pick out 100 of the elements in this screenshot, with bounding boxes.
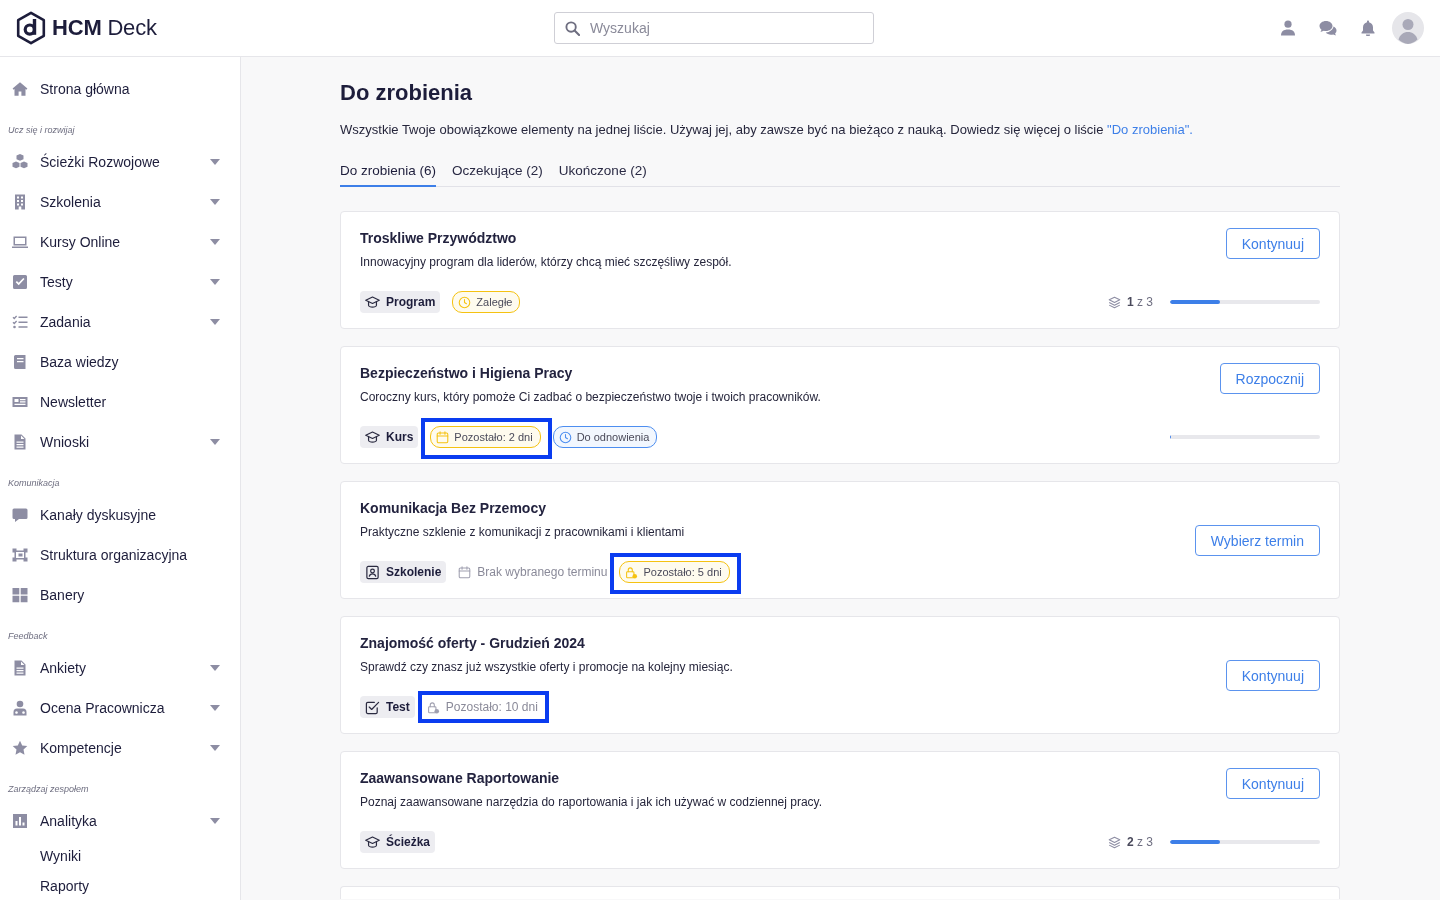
book-icon xyxy=(12,354,28,370)
sidebar-item[interactable]: Ścieżki Rozwojowe xyxy=(0,142,240,182)
graduation-cap-icon xyxy=(365,834,380,850)
section-heading: Komunikacja xyxy=(7,477,61,490)
checklist-icon xyxy=(12,314,28,330)
type-label: Test xyxy=(386,700,410,714)
grid-icon xyxy=(12,587,28,603)
progress-text: 2 z 3 xyxy=(1126,835,1153,849)
cubes-icon xyxy=(12,154,28,170)
sidebar-item[interactable]: Newsletter xyxy=(0,382,240,422)
caret-icon xyxy=(210,818,220,824)
clock-icon xyxy=(458,295,472,309)
type-label: Ścieżka xyxy=(386,835,431,849)
caret-icon xyxy=(210,439,220,445)
search-field[interactable]: Wyszukaj xyxy=(554,12,874,44)
search-icon xyxy=(565,20,580,36)
type-label: Program xyxy=(386,295,436,309)
status-label: Do odnowienia xyxy=(576,431,650,443)
page-title: Do zrobienia xyxy=(340,79,473,107)
page-description: Wszystkie Twoje obowiązkowe elementy na jednej liście. Używaj jej, aby zawsze być na bieżąco z nauką. Dowiedz się więcej o liście "Do zrobienia". xyxy=(340,121,1194,139)
clock-icon xyxy=(558,430,572,444)
sidebar-item[interactable]: Kanały dyskusyjne xyxy=(0,495,240,535)
sidebar-item[interactable]: Szkolenia xyxy=(0,182,240,222)
progress-text: 1 z 3 xyxy=(1126,295,1153,309)
bar-chart-icon xyxy=(12,813,28,829)
action-button[interactable]: Kontynuuj xyxy=(1225,768,1320,799)
sidebar-item[interactable]: Ocena Pracownicza xyxy=(0,688,240,728)
lock-icon xyxy=(426,700,440,714)
action-button[interactable]: Rozpocznij xyxy=(1219,363,1320,394)
card-description: Praktyczne szklenie z komunikacji z pracownikami i klientami xyxy=(360,524,686,540)
card-title: Bezpieczeństwo i Higiena Pracy xyxy=(360,364,574,382)
caret-icon xyxy=(210,705,220,711)
id-badge-icon xyxy=(365,564,380,580)
sidebar-item[interactable]: Strona główna xyxy=(0,69,240,109)
submenu-item[interactable]: Raporty xyxy=(0,871,240,900)
sidebar-item[interactable]: Struktura organizacyjna xyxy=(0,535,240,575)
checkbox-icon xyxy=(12,274,28,290)
card-description: Coroczny kurs, który pomoże Ci zadbać o bezpieczeństwo twoje i twoich pracowników. xyxy=(360,389,822,405)
lock-icon xyxy=(625,565,639,579)
sidebar-item[interactable]: Kursy Online xyxy=(0,222,240,262)
document-icon xyxy=(12,660,28,676)
chat-bubbles-icon[interactable] xyxy=(1319,20,1337,36)
newspaper-icon xyxy=(12,394,28,410)
caret-icon xyxy=(210,199,220,205)
status-label: Zaległe xyxy=(476,296,513,308)
tab[interactable]: Ukończone (2) xyxy=(558,162,647,187)
tab[interactable]: Do zrobienia (6) xyxy=(340,162,437,187)
document-icon xyxy=(12,434,28,450)
card-title: Troskliwe Przywództwo xyxy=(360,229,518,247)
layers-icon xyxy=(1107,835,1121,849)
speech-bubble-icon xyxy=(12,507,28,523)
bell-icon[interactable] xyxy=(1361,20,1375,36)
sidebar-item[interactable]: Banery xyxy=(0,575,240,615)
card-description: Innowacyjny program dla liderów, którzy chcą mieć szczęśliwy zespół. xyxy=(360,254,733,270)
home-icon xyxy=(12,81,28,97)
user-icon[interactable] xyxy=(1280,20,1296,36)
status-label: Pozostało: 2 dni xyxy=(454,431,533,443)
sidebar-item[interactable]: Wnioski xyxy=(0,422,240,462)
caret-icon xyxy=(210,159,220,165)
caret-icon xyxy=(210,665,220,671)
logo-icon xyxy=(16,11,46,45)
type-label: Kurs xyxy=(386,430,414,444)
tab[interactable]: Oczekujące (2) xyxy=(452,162,543,187)
sidebar-item[interactable]: Analityka xyxy=(0,801,240,841)
type-label: Szkolenie xyxy=(386,565,442,579)
card-title: Komunikacja Bez Przemocy xyxy=(360,499,547,517)
caret-icon xyxy=(210,745,220,751)
graduation-cap-icon xyxy=(365,429,380,445)
sidebar-item[interactable]: Baza wiedzy xyxy=(0,342,240,382)
action-button[interactable]: Wybierz termin xyxy=(1194,525,1320,556)
status-label: Pozostało: 10 dni xyxy=(445,700,538,714)
section-heading: Zarządzaj zespołem xyxy=(7,783,90,796)
building-icon xyxy=(12,194,28,210)
caret-icon xyxy=(210,239,220,245)
card-title: Zaawansowane Raportowanie xyxy=(360,769,561,787)
logo-text[interactable]: HCM Deck xyxy=(52,15,157,41)
graduation-cap-icon xyxy=(365,294,380,310)
section-heading: Ucz się i rozwijaj xyxy=(7,124,76,137)
action-button[interactable]: Kontynuuj xyxy=(1225,660,1320,691)
status-label: Brak wybranego terminu xyxy=(477,565,608,579)
submenu-item[interactable]: Wyniki xyxy=(0,841,240,871)
star-icon xyxy=(12,740,28,756)
checkbox-icon xyxy=(365,699,380,715)
card-title: Znajomość oferty - Grudzień 2024 xyxy=(360,634,586,652)
status-label: Pozostało: 5 dni xyxy=(643,566,722,578)
avatar-icon[interactable] xyxy=(1392,12,1424,44)
card-description: Poznaj zaawansowane narzędzia do raportowania i jak ich używać w codziennej pracy. xyxy=(360,794,824,810)
laptop-icon xyxy=(12,234,28,250)
sidebar-item[interactable]: Kompetencje xyxy=(0,728,240,768)
sidebar-item[interactable]: Testy xyxy=(0,262,240,302)
sidebar-item[interactable]: Zadania xyxy=(0,302,240,342)
card-description: Sprawdź czy znasz już wszystkie oferty i promocje na kolejny miesiąc. xyxy=(360,659,734,675)
frame-icon xyxy=(12,547,28,563)
caret-icon xyxy=(210,279,220,285)
caret-icon xyxy=(210,319,220,325)
action-button[interactable]: Kontynuuj xyxy=(1225,228,1320,259)
description-link[interactable]: "Do zrobienia". xyxy=(1107,122,1193,137)
person-icon xyxy=(12,700,28,716)
sidebar-item[interactable]: Ankiety xyxy=(0,648,240,688)
section-heading: Feedback xyxy=(7,630,49,643)
